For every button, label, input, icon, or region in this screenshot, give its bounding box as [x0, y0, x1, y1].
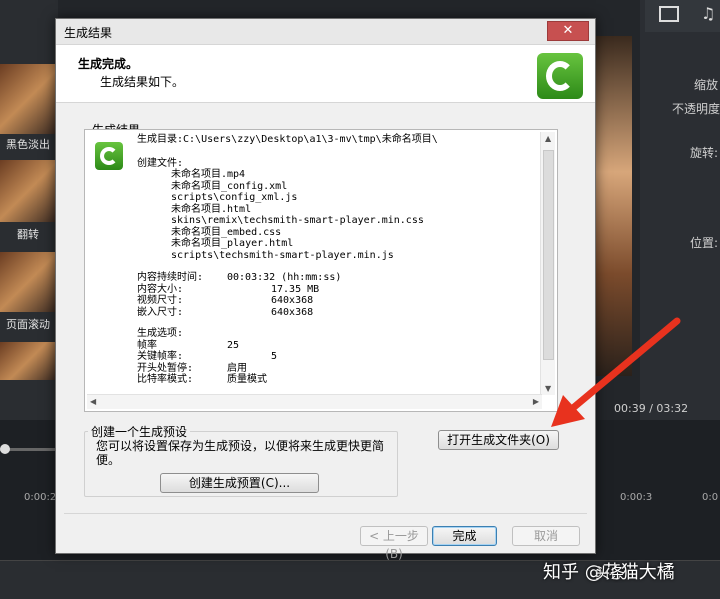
file-item: 未命名项目_embed.css	[171, 226, 282, 238]
footer-divider	[64, 513, 587, 514]
stat-value: 640x368	[271, 306, 314, 318]
thumbnail-flip[interactable]	[0, 160, 56, 222]
open-output-folder-button[interactable]: 打开生成文件夹(O)	[438, 430, 559, 450]
options-label: 生成选项:	[137, 328, 184, 339]
thumbnail-label: 页面滚动	[6, 318, 50, 331]
stat-value: 00:03:32 (hh:mm:ss)	[227, 272, 342, 283]
option-label: 开头处暂停:	[137, 362, 194, 374]
stat-value: 17.35 MB	[271, 283, 320, 295]
option-value: 5	[271, 351, 278, 362]
stat-label: 视频尺寸:	[137, 295, 184, 306]
thumbnail-label: 翻转	[17, 228, 39, 241]
stat-label: 内容持续时间:	[137, 272, 204, 283]
file-item: 未命名项目_player.html	[171, 238, 294, 249]
close-button[interactable]: ✕	[547, 21, 589, 41]
create-preset-button[interactable]: 创建生成预置(C)...	[160, 473, 319, 493]
header-subtitle: 生成结果如下。	[100, 75, 185, 89]
file-item: scripts\config_xml.js	[171, 192, 298, 203]
dialog-title: 生成结果	[64, 26, 113, 40]
option-label: 帧率	[137, 339, 157, 351]
ruler-tick: 0:00:3	[620, 492, 653, 503]
opacity-label: 不透明度	[672, 102, 720, 116]
option-value: 启用	[227, 362, 247, 374]
option-label: 关键帧率:	[137, 351, 184, 362]
output-directory: 生成目录:C:\Users\zzy\Desktop\a1\3-mv\tmp\未命…	[137, 134, 438, 145]
file-item: 未命名项目.html	[171, 203, 252, 215]
scroll-left-icon[interactable]: ◀	[90, 397, 96, 406]
option-value: 质量模式	[227, 374, 267, 385]
file-item: scripts\techsmith-smart-player.min.js	[171, 249, 394, 261]
results-text-box[interactable]: 生成目录:C:\Users\zzy\Desktop\a1\3-mv\tmp\未命…	[84, 129, 558, 412]
scroll-up-icon[interactable]: ▲	[545, 134, 551, 143]
header-title: 生成完成。	[78, 57, 139, 71]
file-item: skins\remix\techsmith-smart-player.min.c…	[171, 215, 424, 226]
scale-label: 缩放	[694, 78, 719, 92]
horizontal-scrollbar[interactable]: ◀ ▶	[87, 394, 542, 409]
file-item: 未命名项目.mp4	[171, 169, 246, 180]
option-value: 25	[227, 339, 240, 351]
ruler-tick: 0:00:2	[24, 492, 57, 503]
finish-button[interactable]: 完成	[432, 526, 497, 546]
cancel-button[interactable]: 取消	[512, 526, 580, 546]
camtasia-logo-icon	[95, 142, 123, 170]
rotate-label: 旋转:	[690, 146, 719, 160]
scroll-right-icon[interactable]: ▶	[533, 397, 539, 406]
created-files-label: 创建文件:	[137, 158, 184, 169]
properties-toolbar: ♫	[645, 0, 720, 32]
close-icon: ✕	[562, 23, 574, 38]
option-label: 比特率模式:	[137, 374, 194, 385]
position-label: 位置:	[690, 236, 719, 250]
produce-results-dialog: 生成结果 ✕ 生成完成。 生成结果如下。 生成结果 生成目录:C:\Users\…	[55, 18, 596, 561]
thumbnail-label: 黑色淡出	[6, 138, 50, 151]
playhead-knob[interactable]	[0, 444, 10, 454]
preset-description: 您可以将设置保存为生成预设，以便将来生成更快更简便。	[96, 439, 385, 467]
thumbnail-page-scroll[interactable]	[0, 252, 56, 312]
watermark: 知乎 @花猫大橘 头条	[543, 558, 675, 584]
watermark-overlay: 头条	[595, 564, 626, 582]
preset-group-label: 创建一个生成预设	[88, 423, 191, 440]
red-annotation-arrow-icon	[551, 317, 681, 427]
thumbnail-more[interactable]	[0, 342, 56, 380]
stat-value: 640x368	[271, 295, 314, 306]
back-button[interactable]: < 上一步(B)	[360, 526, 428, 561]
stat-label: 内容大小:	[137, 283, 184, 295]
ruler-tick: 0:0	[702, 492, 719, 503]
dialog-titlebar[interactable]: 生成结果 ✕	[56, 19, 595, 45]
camtasia-logo-icon	[537, 53, 583, 99]
stat-label: 嵌入尺寸:	[137, 306, 184, 318]
thumbnail-fade-black[interactable]	[0, 64, 56, 134]
film-icon[interactable]	[659, 6, 679, 22]
file-item: 未命名项目_config.xml	[171, 180, 288, 192]
audio-icon[interactable]: ♫	[701, 4, 715, 23]
dialog-header: 生成完成。 生成结果如下。	[56, 45, 595, 103]
